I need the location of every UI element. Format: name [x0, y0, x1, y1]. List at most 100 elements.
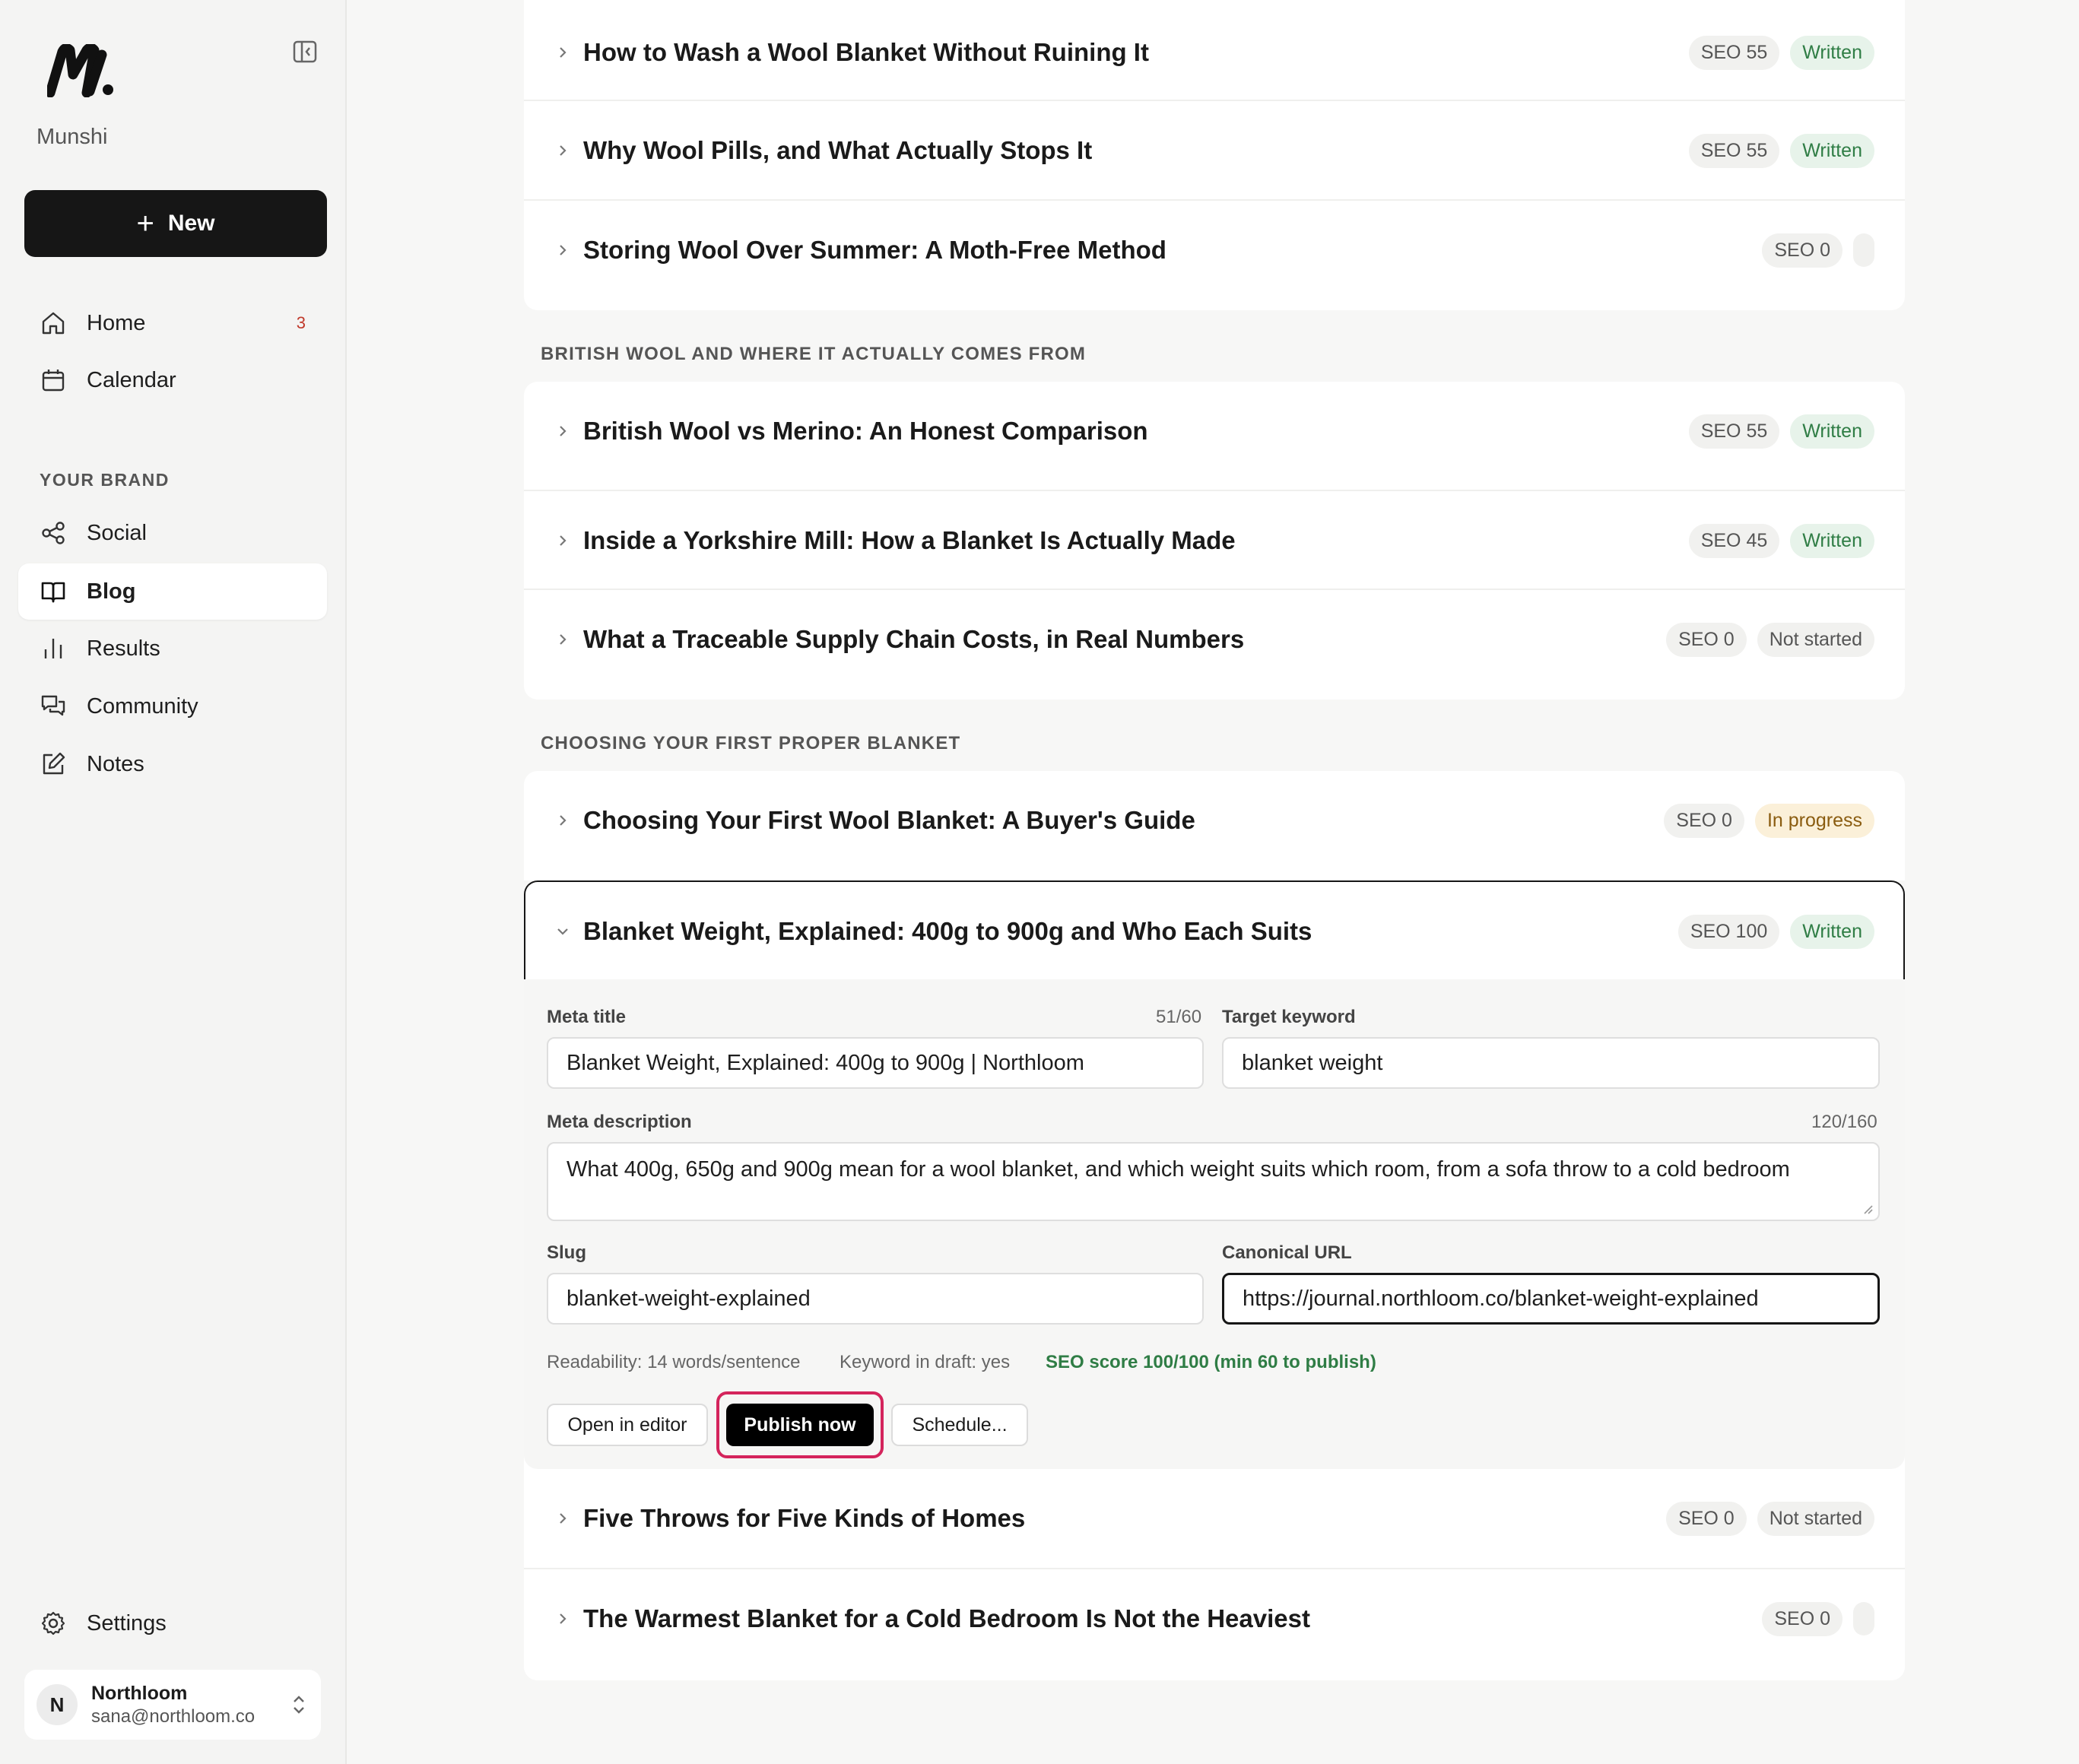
post-row[interactable]: Choosing Your First Wool Blanket: A Buye…	[524, 771, 1905, 870]
nav-label: Social	[87, 520, 147, 545]
status-badge: In progress	[1754, 803, 1874, 838]
status-badge	[1853, 1602, 1874, 1636]
chevron-down-icon	[557, 928, 568, 935]
status-badge: Written	[1790, 35, 1874, 70]
post-title: Five Throws for Five Kinds of Homes	[583, 1504, 1026, 1532]
new-button-label: New	[167, 211, 215, 236]
nav-label: Community	[87, 693, 198, 719]
post-title: The Warmest Blanket for a Cold Bedroom I…	[583, 1604, 1310, 1632]
nav-item-social[interactable]: Social	[18, 505, 327, 561]
nav-item-results[interactable]: Results	[18, 620, 327, 677]
book-icon	[40, 578, 67, 605]
expanded-post-row[interactable]: Blanket Weight, Explained: 400g to 900g …	[524, 880, 1905, 979]
plus-icon: +	[136, 207, 154, 240]
home-icon	[40, 309, 67, 337]
nav-label: Notes	[87, 751, 144, 776]
seo-score-badge: SEO 55	[1688, 35, 1780, 70]
post-title: How to Wash a Wool Blanket Without Ruini…	[583, 38, 1149, 66]
post-title: Inside a Yorkshire Mill: How a Blanket I…	[583, 526, 1236, 554]
post-title: Why Wool Pills, and What Actually Stops …	[583, 136, 1093, 164]
post-title: What a Traceable Supply Chain Costs, in …	[583, 625, 1245, 653]
notification-count-badge: 3	[296, 313, 306, 332]
post-row[interactable]: Five Throws for Five Kinds of Homes SEO …	[524, 1469, 1905, 1568]
seo-score-badge: SEO 0	[1666, 622, 1747, 657]
nav-item-community[interactable]: Community	[18, 678, 327, 734]
chevron-right-icon	[560, 1513, 567, 1524]
nav-item-home[interactable]: Home 3	[18, 295, 327, 351]
nav-item-settings[interactable]: Settings	[18, 1595, 327, 1651]
meta-title-label: Meta title	[547, 1007, 627, 1027]
chevron-right-icon	[560, 145, 567, 156]
nav-label: Settings	[87, 1610, 167, 1636]
readability-stat: Readability: 14 words/sentence	[547, 1352, 801, 1372]
nav-item-notes[interactable]: Notes	[18, 736, 327, 792]
nav-label: Home	[87, 310, 146, 335]
bar-chart-icon	[40, 635, 67, 662]
post-group-card: How to Wash a Wool Blanket Without Ruini…	[524, 0, 1905, 310]
post-row[interactable]: Why Wool Pills, and What Actually Stops …	[524, 101, 1905, 200]
account-switcher[interactable]: N Northloom sana@northloom.co	[24, 1670, 321, 1740]
munshi-logo-icon[interactable]	[47, 44, 116, 97]
nav-label: Results	[87, 636, 160, 661]
meta-title-char-count: 51/60	[1156, 1007, 1202, 1027]
status-badge: Not started	[1757, 1501, 1874, 1536]
group-label: CHOOSING YOUR FIRST PROPER BLANKET	[541, 733, 961, 754]
publish-highlight-ring	[716, 1391, 884, 1458]
resize-handle-icon[interactable]	[1862, 1203, 1874, 1215]
new-button[interactable]: + New	[24, 190, 327, 257]
edit-icon	[40, 750, 67, 778]
post-title: Choosing Your First Wool Blanket: A Buye…	[583, 806, 1195, 834]
group-label: BRITISH WOOL AND WHERE IT ACTUALLY COMES…	[541, 344, 1087, 364]
status-badge	[1853, 233, 1874, 267]
status-badge: Not started	[1757, 622, 1874, 657]
keyword-in-draft-stat: Keyword in draft: yes	[840, 1352, 1011, 1372]
chevron-right-icon	[560, 634, 567, 645]
post-group-card-continued: Five Throws for Five Kinds of Homes SEO …	[524, 1469, 1905, 1680]
post-title: Storing Wool Over Summer: A Moth-Free Me…	[583, 236, 1166, 264]
post-row[interactable]: Inside a Yorkshire Mill: How a Blanket I…	[524, 491, 1905, 590]
post-row[interactable]: British Wool vs Merino: An Honest Compar…	[524, 382, 1905, 481]
nav-item-blog[interactable]: Blog	[18, 563, 327, 620]
avatar: N	[37, 1684, 78, 1725]
canonical-url-input[interactable]: https://journal.northloom.co/blanket-wei…	[1222, 1273, 1880, 1325]
slug-label: Slug	[547, 1242, 586, 1263]
target-keyword-label: Target keyword	[1222, 1007, 1356, 1027]
status-badge: Written	[1790, 133, 1874, 168]
status-badge: Written	[1790, 523, 1874, 558]
status-badge: Written	[1790, 414, 1874, 449]
meta-title-input[interactable]: Blanket Weight, Explained: 400g to 900g …	[547, 1037, 1204, 1089]
open-in-editor-button[interactable]: Open in editor	[547, 1404, 708, 1446]
schedule-button[interactable]: Schedule...	[891, 1404, 1028, 1446]
post-row[interactable]: How to Wash a Wool Blanket Without Ruini…	[524, 3, 1905, 102]
post-title: British Wool vs Merino: An Honest Compar…	[583, 417, 1148, 445]
chat-icon	[40, 693, 67, 720]
post-group-card: British Wool vs Merino: An Honest Compar…	[524, 382, 1905, 700]
meta-description-label: Meta description	[547, 1112, 692, 1132]
chevron-right-icon	[560, 47, 567, 58]
post-row[interactable]: What a Traceable Supply Chain Costs, in …	[524, 590, 1905, 689]
seo-score-badge: SEO 0	[1664, 803, 1744, 838]
post-row[interactable]: The Warmest Blanket for a Cold Bedroom I…	[524, 1569, 1905, 1668]
post-row[interactable]: Blanket Weight, Explained: 400g to 900g …	[524, 882, 1905, 981]
meta-description-char-count: 120/160	[1811, 1112, 1877, 1132]
section-label-your-brand: YOUR BRAND	[40, 470, 170, 490]
chevron-right-icon	[560, 245, 567, 255]
chevron-right-icon	[560, 535, 567, 546]
post-row[interactable]: Storing Wool Over Summer: A Moth-Free Me…	[524, 201, 1905, 300]
seo-score-badge: SEO 0	[1762, 233, 1843, 268]
slug-input[interactable]: blanket-weight-explained	[547, 1273, 1204, 1325]
status-badge: Written	[1790, 914, 1874, 949]
seo-score-badge: SEO 45	[1688, 523, 1780, 558]
seo-score-status: SEO score 100/100 (min 60 to publish)	[1046, 1352, 1376, 1372]
seo-score-badge: SEO 0	[1666, 1501, 1747, 1536]
nav-item-calendar[interactable]: Calendar	[18, 352, 327, 408]
share-icon	[40, 519, 67, 547]
chevron-right-icon	[560, 815, 567, 826]
nav-label: Calendar	[87, 367, 176, 392]
account-email: sana@northloom.co	[91, 1705, 256, 1727]
meta-description-textarea[interactable]: What 400g, 650g and 900g mean for a wool…	[547, 1142, 1880, 1221]
collapse-sidebar-icon[interactable]	[292, 40, 319, 64]
canonical-url-label: Canonical URL	[1222, 1242, 1352, 1263]
chevron-right-icon	[560, 426, 567, 436]
target-keyword-input[interactable]: blanket weight	[1222, 1037, 1880, 1089]
